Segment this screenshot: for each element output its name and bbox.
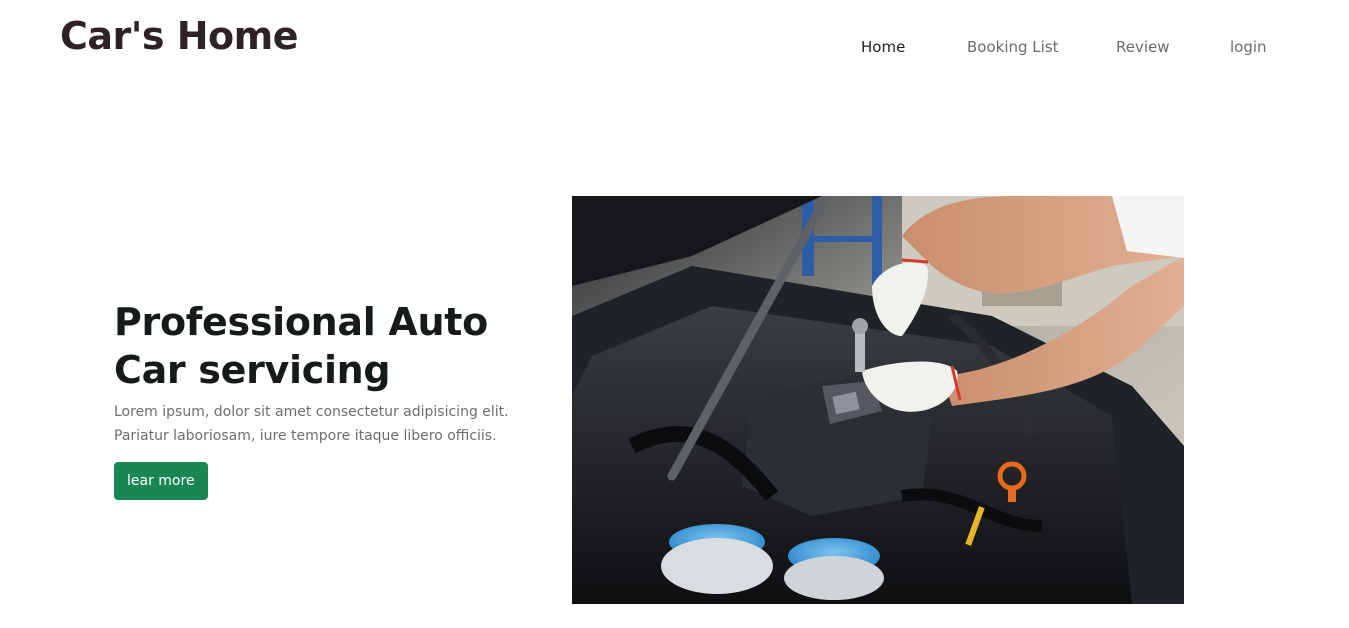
- hero-description: Lorem ipsum, dolor sit amet consectetur …: [114, 400, 514, 448]
- nav-link-review[interactable]: Review: [1116, 38, 1170, 56]
- learn-more-button[interactable]: lear more: [114, 462, 208, 500]
- hero-title: Professional Auto Car servicing: [114, 298, 534, 394]
- nav-menu: Home Booking List Review login: [0, 38, 1349, 62]
- navbar: Car's Home Home Booking List Review logi…: [0, 0, 1349, 80]
- hero-description-line-1: Lorem ipsum, dolor sit amet consectetur …: [114, 404, 509, 420]
- hero-image-mechanic: [572, 196, 1184, 604]
- nav-link-booking-list[interactable]: Booking List: [967, 38, 1059, 56]
- hero-description-line-2: Pariatur laboriosam, iure tempore itaque…: [114, 428, 497, 444]
- nav-link-login[interactable]: login: [1230, 38, 1267, 56]
- engine-photo-illustration: [572, 196, 1184, 604]
- hero-title-line-1: Professional Auto: [114, 300, 488, 344]
- nav-link-home[interactable]: Home: [861, 38, 905, 56]
- hero-title-line-2: Car servicing: [114, 348, 391, 392]
- hero-section: Professional Auto Car servicing Lorem ip…: [114, 298, 534, 500]
